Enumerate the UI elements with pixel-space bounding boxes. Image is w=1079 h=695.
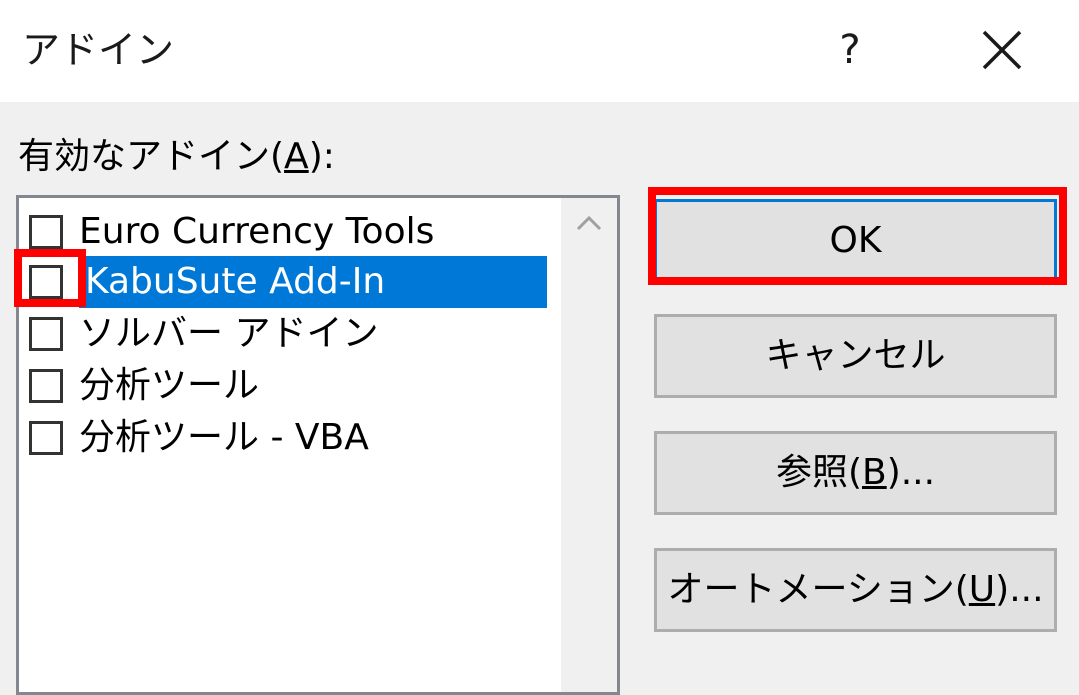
vertical-scrollbar[interactable]: [561, 198, 617, 692]
cancel-button[interactable]: キャンセル: [654, 314, 1057, 398]
dialog-title: アドイン: [22, 28, 175, 72]
scroll-up-button[interactable]: [561, 198, 617, 254]
close-icon: [982, 30, 1022, 70]
automation-button[interactable]: オートメーション(U)...: [654, 548, 1057, 632]
ok-button-label: OK: [829, 220, 882, 261]
checkbox-solver-add-in[interactable]: [29, 317, 63, 351]
browse-button[interactable]: 参照(B)...: [654, 431, 1057, 515]
list-item-label: ソルバー アドイン: [79, 313, 379, 354]
help-button[interactable]: ?: [820, 20, 880, 80]
ok-button[interactable]: OK: [654, 199, 1057, 283]
checkbox-analysis-toolpak-vba[interactable]: [29, 421, 63, 455]
addins-list-label: 有効なアドイン(A):: [18, 132, 335, 182]
list-item-label: 分析ツール: [79, 365, 260, 406]
cancel-button-label: キャンセル: [765, 335, 946, 376]
chevron-up-icon: [576, 215, 602, 231]
checkbox-kabusute-add-in[interactable]: [29, 265, 63, 299]
browse-label-suffix: )...: [886, 452, 936, 493]
checkbox-analysis-toolpak[interactable]: [29, 369, 63, 403]
addins-label-prefix: 有効なアドイン(: [18, 136, 285, 177]
list-item-label: 分析ツール - VBA: [79, 417, 369, 458]
automation-label-suffix: )...: [995, 569, 1044, 610]
addins-label-accel: A: [284, 136, 309, 177]
title-bar: アドイン ?: [0, 0, 1079, 102]
addins-label-suffix: ):: [308, 136, 335, 177]
addins-listbox[interactable]: Euro Currency Tools KabuSute Add-In ソルバー…: [16, 195, 620, 695]
list-item-label: KabuSute Add-In: [79, 256, 547, 308]
browse-label-prefix: 参照(: [775, 452, 862, 493]
close-button[interactable]: [970, 18, 1034, 82]
browse-label-accel: B: [861, 452, 887, 493]
automation-label-accel: U: [968, 569, 996, 610]
automation-label-prefix: オートメーション(: [667, 569, 969, 610]
list-item-label: Euro Currency Tools: [79, 211, 435, 252]
checkbox-euro-currency-tools[interactable]: [29, 215, 63, 249]
